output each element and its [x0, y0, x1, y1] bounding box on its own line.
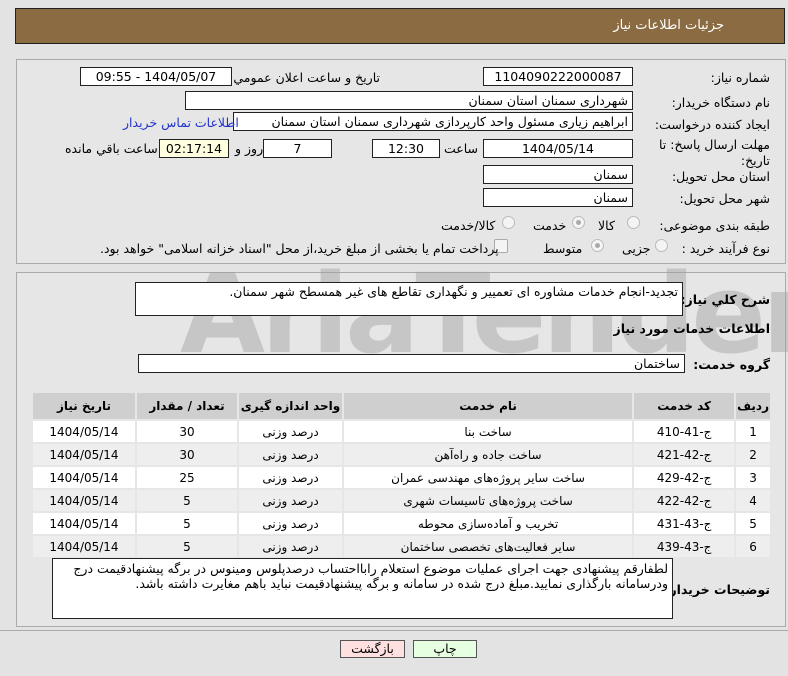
table-row: 4 ج-42-422 ساخت پروژه‌های تاسیسات شهری درصد…	[33, 490, 770, 511]
unit-cell: درصد وزنی	[239, 421, 342, 442]
category-service-label: خدمت	[533, 218, 567, 233]
need-date-cell: 1404/05/14	[33, 536, 135, 557]
row-number-cell: 5	[736, 513, 770, 534]
service-name-cell: سایر فعالیت‌های تخصصی ساختمان	[344, 536, 633, 557]
col-header-qty: تعداد / مقدار	[137, 393, 237, 419]
service-code-cell: ج-43-431	[634, 513, 735, 534]
quantity-cell: 5	[137, 513, 237, 534]
unit-cell: درصد وزنی	[239, 467, 342, 488]
need-number-field[interactable]: 1104090222000087	[483, 67, 633, 86]
time-label: ساعت	[444, 141, 479, 156]
buyer-org-label: نام دستگاه خریدار:	[671, 95, 770, 110]
service-code-cell: ج-43-439	[634, 536, 735, 557]
table-row: 5 ج-43-431 تخریب و آماده‌سازی محوطه درصد وز…	[33, 513, 770, 534]
service-code-cell: ج-42-429	[634, 467, 735, 488]
services-table: ردیف کد خدمت نام خدمت واحد اندازه گیری ت…	[31, 391, 772, 559]
table-row: 2 ج-42-421 ساخت جاده و راه‌آهن درصد وزنی 30 1…	[33, 444, 770, 465]
province-field[interactable]: سمنان	[483, 165, 633, 184]
deadline-time-field[interactable]: 12:30	[372, 139, 440, 158]
description-textarea[interactable]: تجدید-انجام خدمات مشاوره ای تعمییر و نگه…	[135, 282, 683, 316]
unit-cell: درصد وزنی	[239, 444, 342, 465]
quantity-cell: 30	[137, 444, 237, 465]
print-button[interactable]: چاپ	[413, 640, 477, 658]
quantity-cell: 30	[137, 421, 237, 442]
service-name-cell: تخریب و آماده‌سازی محوطه	[344, 513, 633, 534]
announce-label: تاریخ و ساعت اعلان عمومي:	[229, 70, 380, 85]
process-minor-radio[interactable]	[655, 239, 668, 252]
row-number-cell: 3	[736, 467, 770, 488]
quantity-cell: 5	[137, 490, 237, 511]
need-date-cell: 1404/05/14	[33, 467, 135, 488]
city-field[interactable]: سمنان	[483, 188, 633, 207]
deadline-label: مهلت ارسال پاسخ: تا تاریخ:	[659, 137, 770, 168]
service-group-label: گروه خدمت:	[693, 357, 770, 372]
days-label: روز و	[235, 141, 264, 156]
city-label: شهر محل تحویل:	[679, 191, 770, 206]
service-name-cell: ساخت پروژه‌های تاسیسات شهری	[344, 490, 633, 511]
table-row: 3 ج-42-429 ساخت سایر پروژه‌های مهندسی عمرا…	[33, 467, 770, 488]
page-header: جزئیات اطلاعات نیاز	[15, 8, 785, 44]
deadline-date-field[interactable]: 1404/05/14	[483, 139, 633, 158]
service-code-cell: ج-42-422	[634, 490, 735, 511]
treasury-payment-note: پرداخت تمام یا بخشی از مبلغ خرید،از محل …	[100, 241, 499, 256]
table-row: 6 ج-43-439 سایر فعالیت‌های تخصصی ساختمان در…	[33, 536, 770, 557]
announce-field[interactable]: 1404/05/07 - 09:55	[80, 67, 232, 86]
category-goods-label: کالا	[598, 218, 615, 233]
process-label: نوع فرآیند خرید :	[681, 241, 770, 256]
category-service-radio[interactable]	[572, 216, 585, 229]
buyer-notes-label: توضیحات خریدار:	[664, 582, 770, 597]
unit-cell: درصد وزنی	[239, 490, 342, 511]
need-date-cell: 1404/05/14	[33, 421, 135, 442]
service-code-cell: ج-42-421	[634, 444, 735, 465]
description-label: شرح کلي نیاز:	[680, 292, 770, 307]
row-number-cell: 1	[736, 421, 770, 442]
unit-cell: درصد وزنی	[239, 513, 342, 534]
creator-label: ایجاد کننده درخواست:	[654, 117, 770, 132]
need-number-label: شماره نیاز:	[710, 70, 770, 85]
category-goods-service-label: کالا/خدمت	[441, 218, 496, 233]
quantity-cell: 5	[137, 536, 237, 557]
process-minor-label: جزیی	[622, 241, 651, 256]
category-goods-radio[interactable]	[627, 216, 640, 229]
need-date-cell: 1404/05/14	[33, 513, 135, 534]
category-goods-service-radio[interactable]	[502, 216, 515, 229]
need-date-cell: 1404/05/14	[33, 490, 135, 511]
days-field[interactable]: 7	[263, 139, 332, 158]
service-group-field[interactable]: ساختمان	[138, 354, 685, 373]
unit-cell: درصد وزنی	[239, 536, 342, 557]
col-header-code: کد خدمت	[634, 393, 735, 419]
row-number-cell: 6	[736, 536, 770, 557]
category-label: طبقه بندی موضوعی:	[659, 218, 770, 233]
service-name-cell: ساخت جاده و راه‌آهن	[344, 444, 633, 465]
province-label: استان محل تحویل:	[671, 169, 770, 184]
back-button[interactable]: بازگشت	[340, 640, 405, 658]
service-name-cell: ساخت سایر پروژه‌های مهندسی عمران	[344, 467, 633, 488]
services-section-title: اطلاعات خدمات مورد نیاز	[613, 321, 771, 336]
col-header-date: تاریخ نیاز	[33, 393, 135, 419]
divider	[0, 630, 788, 631]
process-medium-label: متوسط	[543, 241, 583, 256]
remaining-time-field: 02:17:14	[159, 139, 229, 158]
process-medium-radio[interactable]	[591, 239, 604, 252]
row-number-cell: 4	[736, 490, 770, 511]
contact-buyer-link[interactable]: اطلاعات تماس خریدار	[123, 115, 239, 130]
col-header-unit: واحد اندازه گیری	[239, 393, 342, 419]
service-name-cell: ساخت بنا	[344, 421, 633, 442]
col-header-row: ردیف	[736, 393, 770, 419]
remaining-label: ساعت باقي مانده	[65, 141, 158, 156]
quantity-cell: 25	[137, 467, 237, 488]
row-number-cell: 2	[736, 444, 770, 465]
need-date-cell: 1404/05/14	[33, 444, 135, 465]
table-row: 1 ج-41-410 ساخت بنا درصد وزنی 30 1404/05/14	[33, 421, 770, 442]
service-code-cell: ج-41-410	[634, 421, 735, 442]
col-header-name: نام خدمت	[344, 393, 633, 419]
buyer-notes-textarea[interactable]: لطفارقم پیشنهادی جهت اجرای عملیات موضوع …	[52, 558, 673, 619]
buyer-org-field[interactable]: شهرداری سمنان استان سمنان	[185, 91, 633, 110]
creator-field[interactable]: ابراهیم زیاری مسئول واحد کارپردازی شهردا…	[233, 112, 633, 131]
